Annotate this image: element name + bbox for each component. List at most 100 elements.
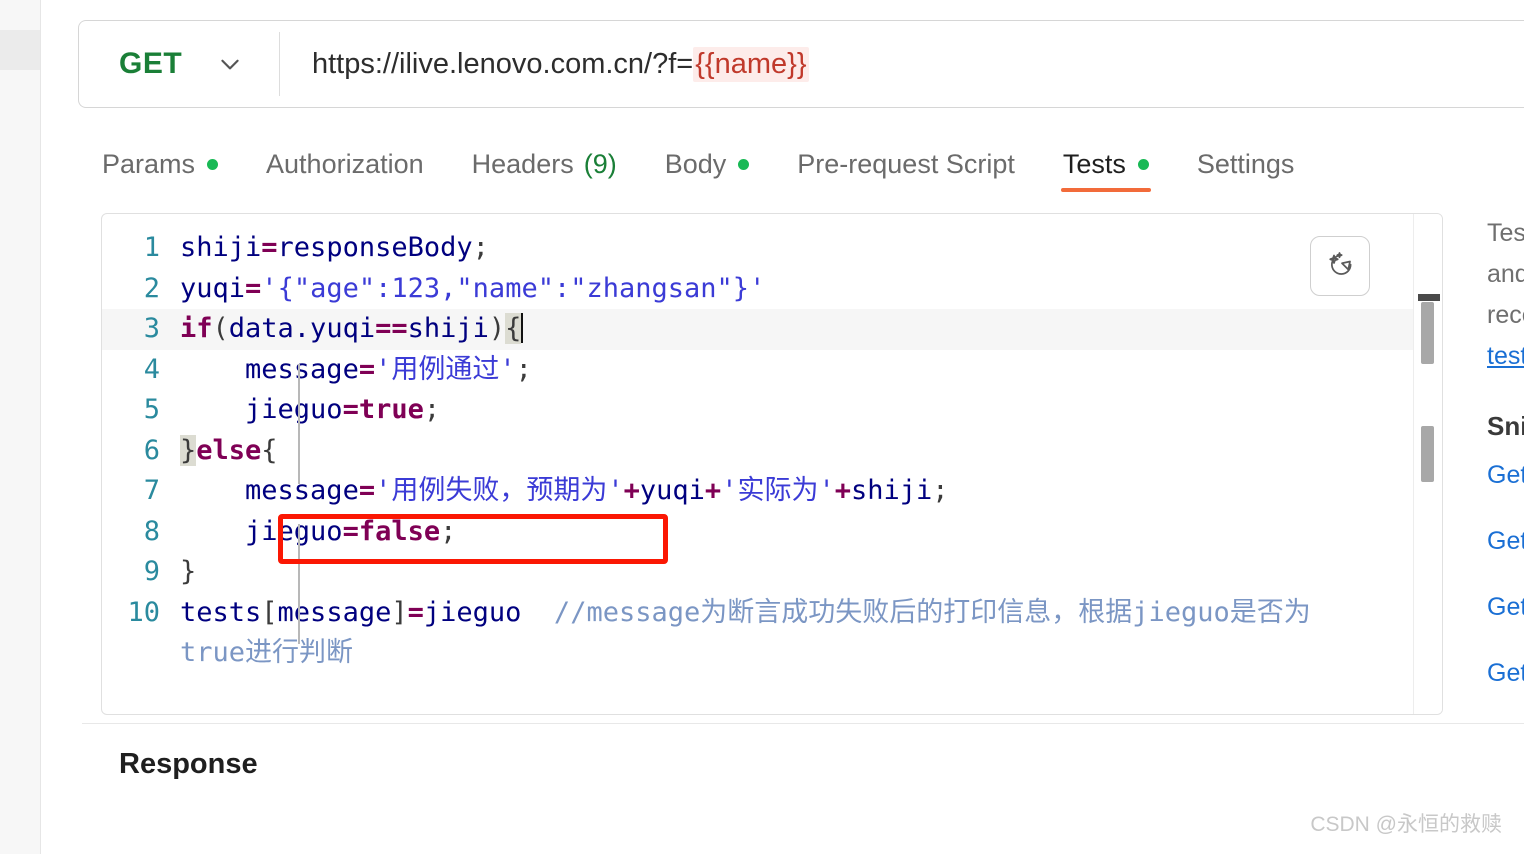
help-paragraph-line: received	[1487, 301, 1524, 329]
snippet-link[interactable]: Get an e	[1487, 442, 1524, 508]
scrollbar-thumb[interactable]	[1421, 302, 1434, 364]
line-number: 8	[143, 515, 160, 547]
snippet-link[interactable]: Get a va	[1487, 574, 1524, 640]
indent-guide	[298, 524, 300, 644]
code-text: }else{	[180, 431, 1442, 472]
tab-tests[interactable]: Tests	[1039, 136, 1173, 192]
code-text: message='用例失败，预期为'+yuqi+'实际为'+shiji;	[180, 471, 1442, 512]
request-tabs: Params Authorization Headers (9) Body Pr…	[78, 136, 1318, 196]
tab-headers[interactable]: Headers (9)	[448, 136, 641, 192]
code-line: 6 }else{	[102, 431, 1442, 472]
line-number: 7	[143, 475, 160, 506]
code-token: "zhangsan"	[570, 272, 733, 304]
code-token: jieguo	[245, 515, 343, 547]
help-paragraph-line: and are r	[1487, 260, 1524, 288]
code-text: shiji=responseBody;	[180, 228, 1442, 269]
code-token: =	[407, 596, 424, 628]
code-token: =	[245, 272, 262, 304]
code-line-active: 3 if(data.yuqi==shiji){	[102, 309, 1442, 350]
code-text: jieguo=true;	[180, 390, 1442, 431]
sparkle-ai-icon	[1325, 249, 1355, 284]
request-pane: GET https://ilive.lenovo.com.cn/?f= {{nam…	[41, 0, 1524, 854]
tab-headers-label: Headers	[471, 148, 574, 179]
help-docs-link[interactable]: tests sc	[1487, 336, 1524, 377]
tests-help-panel: Test scri and are r received tests sc Sn…	[1463, 213, 1524, 713]
tab-body-label: Body	[664, 148, 727, 179]
snippet-link[interactable]: Get a co	[1487, 640, 1524, 706]
code-token: +	[834, 475, 851, 506]
code-token: message	[277, 596, 392, 628]
code-token: }	[732, 272, 750, 304]
code-token: '	[499, 353, 516, 385]
code-text: yuqi='{"age":123,"name":"zhangsan"}'	[180, 269, 1442, 310]
ai-assist-button[interactable]	[1310, 236, 1370, 296]
code-token: ;	[423, 394, 441, 425]
request-url-text: https://ilive.lenovo.com.cn/?f=	[312, 47, 694, 80]
line-number: 2	[143, 272, 160, 304]
code-token: message	[245, 353, 359, 385]
tab-settings[interactable]: Settings	[1173, 136, 1319, 192]
tab-tests-label: Tests	[1062, 148, 1126, 179]
code-token: jieguo	[245, 394, 343, 425]
line-number: 3	[143, 313, 160, 344]
code-token: 用例失败，预期为	[391, 475, 608, 506]
http-method-label: GET	[119, 47, 183, 80]
response-heading: Response	[119, 748, 258, 780]
code-token: '	[607, 475, 624, 506]
code-token: data.yuqi	[228, 313, 376, 344]
code-token: ]	[391, 596, 408, 628]
tab-body-dot-icon	[738, 158, 750, 170]
tab-tests-active-underline	[1060, 188, 1151, 192]
watermark-text: CSDN @永恒的救赎	[1310, 813, 1502, 836]
snippet-link[interactable]: Get a glo	[1487, 508, 1524, 574]
code-token: =	[358, 475, 376, 506]
code-token: [	[261, 596, 278, 628]
code-text: if(data.yuqi==shiji){	[180, 309, 1442, 350]
code-token: 实际为	[737, 475, 819, 506]
chevron-down-icon	[217, 51, 243, 77]
line-number: 6	[143, 434, 160, 466]
code-content[interactable]: 1 shiji=responseBody; 2 yuqi='{"age":123…	[102, 214, 1442, 714]
code-token: responseBody	[277, 232, 473, 263]
tests-script-editor[interactable]: 1 shiji=responseBody; 2 yuqi='{"age":123…	[101, 213, 1443, 715]
code-line: 8 jieguo=false;	[102, 512, 1442, 553]
code-token: {	[261, 434, 278, 466]
code-token: '	[375, 475, 392, 506]
tab-settings-label: Settings	[1196, 148, 1295, 179]
code-token: ;	[440, 515, 457, 547]
code-token: =	[342, 515, 359, 547]
code-token: 用例通过	[391, 353, 500, 385]
http-method-select[interactable]: GET	[79, 21, 279, 107]
line-number: 1	[143, 232, 160, 263]
left-icon-rail	[0, 0, 41, 854]
request-url-input[interactable]: https://ilive.lenovo.com.cn/?f= {{name}}	[280, 21, 1524, 107]
tab-params[interactable]: Params	[78, 136, 242, 192]
code-token: '	[749, 272, 766, 304]
code-token: tests	[180, 596, 262, 628]
tab-authorization-label: Authorization	[266, 148, 424, 179]
tab-pre-request-script[interactable]: Pre-request Script	[773, 136, 1039, 192]
code-token: "age"	[293, 272, 376, 304]
tab-pre-request-script-label: Pre-request Script	[797, 148, 1015, 179]
code-token: +	[704, 475, 722, 506]
code-token: else	[196, 434, 262, 466]
code-token: =	[261, 232, 278, 263]
left-rail-active-item[interactable]	[0, 30, 40, 70]
tab-body[interactable]: Body	[641, 136, 774, 192]
tab-params-dot-icon	[207, 158, 219, 170]
scrollbar-thumb[interactable]	[1421, 426, 1434, 482]
code-token: if	[180, 313, 213, 344]
tab-authorization[interactable]: Authorization	[242, 136, 448, 192]
code-token: +	[623, 475, 640, 506]
line-number: 9	[143, 556, 160, 587]
code-line: 9 }	[102, 552, 1442, 593]
code-token: jieguo	[423, 596, 522, 628]
indent-guide	[298, 364, 300, 484]
editor-vertical-scrollbar[interactable]	[1413, 214, 1442, 714]
code-token: )	[488, 313, 506, 344]
code-line: 2 yuqi='{"age":123,"name":"zhangsan"}'	[102, 269, 1442, 310]
